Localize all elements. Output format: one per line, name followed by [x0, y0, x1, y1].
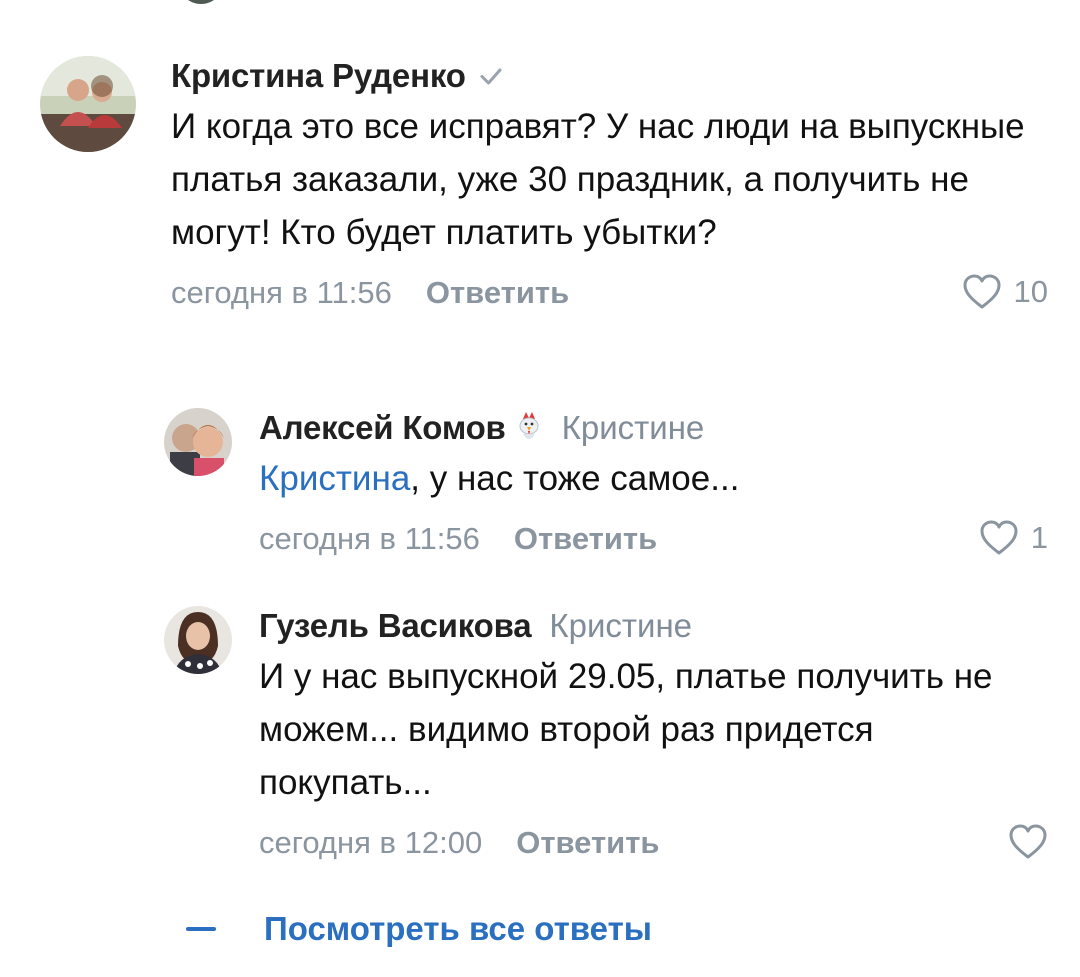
- comment-meta: сегодня в 11:56 Ответить 1: [259, 515, 1050, 563]
- comment-body: Кристина Руденко И когда это все исправя…: [171, 56, 1050, 317]
- comment-text: И у нас выпускной 29.05, платье получить…: [259, 657, 993, 802]
- comments-thread: Кристина Руденко И когда это все исправя…: [0, 0, 1080, 977]
- author-name[interactable]: Алексей Комов: [259, 409, 506, 447]
- comment-header: Кристина Руденко: [171, 56, 1050, 96]
- like-button[interactable]: 10: [962, 273, 1048, 311]
- reply-button[interactable]: Ответить: [516, 825, 659, 861]
- collapse-dash-icon: [186, 927, 216, 931]
- rooster-emoji-icon: [514, 410, 544, 446]
- user-avatar-photo: [164, 606, 232, 674]
- comment-meta: сегодня в 12:00 Ответить: [259, 819, 1050, 867]
- avatar[interactable]: [164, 408, 232, 476]
- like-count: 1: [1030, 520, 1048, 555]
- heart-icon: [979, 519, 1019, 557]
- avatar[interactable]: [164, 606, 232, 674]
- heart-icon: [962, 273, 1002, 311]
- comment-text-rest: , у нас тоже самое...: [410, 459, 740, 498]
- comment-body: Алексей Комов Кристине Кристина, у нас т…: [259, 408, 1050, 563]
- show-all-replies-label: Посмотреть все ответы: [264, 910, 652, 947]
- user-avatar-photo: [164, 408, 232, 476]
- comment-text: И когда это все исправят? У нас люди на …: [171, 107, 1025, 252]
- comment-text: Кристина, у нас тоже самое...: [259, 452, 1050, 505]
- comment-time: сегодня в 12:00: [259, 825, 483, 860]
- show-all-replies-button[interactable]: Посмотреть все ответы: [186, 910, 652, 948]
- reply-to-name[interactable]: Кристине: [549, 607, 692, 645]
- previous-avatar-fragment: [178, 0, 224, 4]
- like-button[interactable]: 1: [979, 519, 1048, 557]
- comment-time: сегодня в 11:56: [259, 521, 480, 556]
- comment-meta: сегодня в 11:56 Ответить 10: [171, 269, 1050, 317]
- comment-header: Гузель Васикова Кристине: [259, 606, 1050, 646]
- comment-header: Алексей Комов Кристине: [259, 408, 1050, 448]
- reply-to-name[interactable]: Кристине: [562, 409, 705, 447]
- like-count: 10: [1013, 274, 1048, 309]
- comment-body: Гузель Васикова Кристине И у нас выпускн…: [259, 606, 1050, 867]
- verified-check-icon: [478, 63, 504, 89]
- heart-icon: [1008, 823, 1048, 861]
- mention-link[interactable]: Кристина: [259, 459, 410, 498]
- avatar[interactable]: [40, 56, 136, 152]
- author-name[interactable]: Гузель Васикова: [259, 607, 532, 645]
- user-avatar-photo: [40, 56, 136, 152]
- like-button[interactable]: [1008, 823, 1048, 861]
- reply-button[interactable]: Ответить: [426, 275, 569, 311]
- reply-button[interactable]: Ответить: [514, 521, 657, 557]
- author-name[interactable]: Кристина Руденко: [171, 57, 466, 95]
- comment-time: сегодня в 11:56: [171, 275, 392, 310]
